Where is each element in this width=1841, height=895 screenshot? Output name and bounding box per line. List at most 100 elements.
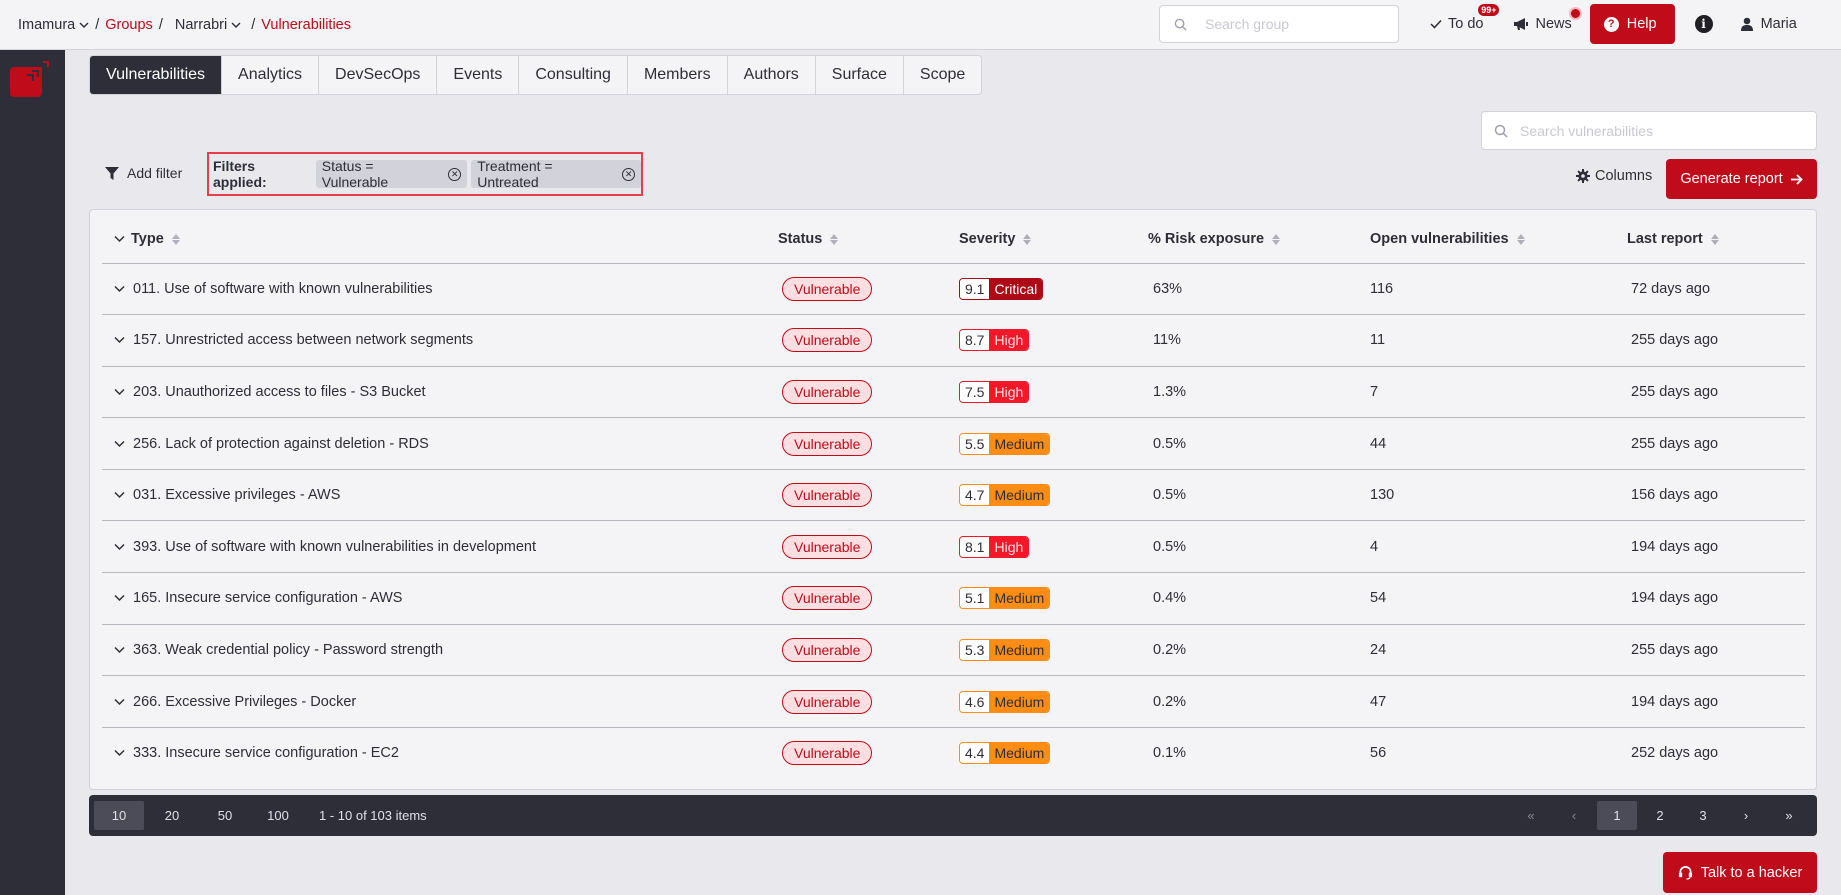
tab-events[interactable]: Events (437, 56, 520, 94)
status-badge: Vulnerable (782, 328, 873, 353)
user-icon (1740, 17, 1753, 31)
info-icon[interactable]: i (1694, 15, 1713, 33)
help-button[interactable]: ? Help (1589, 4, 1675, 44)
tab-analytics[interactable]: Analytics (222, 56, 320, 94)
first-page-button[interactable]: « (1511, 801, 1551, 830)
status-badge: Vulnerable (782, 431, 873, 456)
type-cell: 256. Lack of protection against deletion… (102, 417, 778, 470)
table-row[interactable]: 165. Insecure service configuration - AW… (102, 572, 1805, 625)
table-row[interactable]: 393. Use of software with known vulnerab… (102, 520, 1805, 574)
vulnerability-type[interactable]: 203. Unauthorized access to files - S3 B… (133, 384, 426, 400)
table-row[interactable]: 031. Excessive privileges - AWS Vulnerab… (102, 469, 1805, 522)
expand-row-chevron-icon[interactable] (114, 698, 125, 706)
risk-exposure-cell: 0.2% (1148, 624, 1370, 677)
tab-authors[interactable]: Authors (728, 56, 816, 94)
breadcrumb-current[interactable]: Vulnerabilities (261, 17, 351, 33)
breadcrumb-organization[interactable]: Imamura (18, 17, 89, 33)
column-header-severity[interactable]: Severity (959, 210, 1148, 264)
last-report-cell: 255 days ago (1627, 314, 1805, 367)
search-vulnerabilities-input[interactable] (1520, 122, 1810, 139)
breadcrumb-group[interactable]: Narrabri (175, 17, 241, 33)
expand-row-chevron-icon[interactable] (114, 388, 125, 396)
vulnerability-type[interactable]: 157. Unrestricted access between network… (133, 332, 473, 348)
page-size-option[interactable]: 10 (94, 801, 144, 830)
search-group-input[interactable] (1205, 16, 1385, 32)
expand-row-chevron-icon[interactable] (114, 749, 125, 757)
table-row[interactable]: 157. Unrestricted access between network… (102, 314, 1805, 367)
page-size-option[interactable]: 20 (147, 801, 197, 830)
last-report-cell: 194 days ago (1627, 675, 1805, 728)
page-size-option[interactable]: 100 (253, 801, 303, 830)
tab-scope[interactable]: Scope (904, 56, 981, 94)
generate-report-button[interactable]: Generate report (1666, 159, 1817, 199)
sort-icon[interactable] (171, 233, 180, 245)
expand-row-chevron-icon[interactable] (114, 594, 125, 602)
talk-to-hacker-button[interactable]: Talk to a hacker (1663, 852, 1817, 893)
tab-consulting[interactable]: Consulting (519, 56, 628, 94)
column-header-open-vulnerabilities[interactable]: Open vulnerabilities (1370, 210, 1627, 264)
risk-exposure-cell: 0.5% (1148, 469, 1370, 522)
table-row[interactable]: 266. Excessive Privileges - Docker Vulne… (102, 675, 1805, 728)
tab-surface[interactable]: Surface (816, 56, 904, 94)
expand-row-chevron-icon[interactable] (114, 646, 125, 654)
tab-devsecops[interactable]: DevSecOps (319, 56, 438, 94)
table-row[interactable]: 363. Weak credential policy - Password s… (102, 624, 1805, 677)
tab-members[interactable]: Members (628, 56, 728, 94)
search-vulnerabilities-field[interactable] (1481, 111, 1817, 150)
severity-score: 4.6 (960, 691, 990, 712)
expand-row-chevron-icon[interactable] (114, 336, 125, 344)
remove-filter-icon[interactable]: ✕ (448, 167, 462, 181)
vulnerability-type[interactable]: 165. Insecure service configuration - AW… (133, 590, 402, 606)
gear-icon (1576, 169, 1590, 183)
expand-row-chevron-icon[interactable] (114, 285, 125, 293)
page-number-button[interactable]: 1 (1597, 801, 1637, 830)
remove-filter-icon[interactable]: ✕ (622, 167, 635, 181)
vulnerability-type[interactable]: 256. Lack of protection against deletion… (133, 436, 429, 452)
page-number-button[interactable]: 2 (1640, 801, 1680, 830)
vulnerability-type[interactable]: 266. Excessive Privileges - Docker (133, 694, 356, 710)
table-row[interactable]: 256. Lack of protection against deletion… (102, 417, 1805, 470)
open-vulnerabilities-cell: 47 (1370, 675, 1627, 728)
severity-badge: 5.1 Medium (959, 587, 1051, 610)
vulnerability-type[interactable]: 363. Weak credential policy - Password s… (133, 642, 443, 658)
column-header-type[interactable]: Type (102, 210, 778, 264)
column-header-status[interactable]: Status (778, 210, 959, 264)
expand-row-chevron-icon[interactable] (114, 543, 125, 551)
page-size-option[interactable]: 50 (200, 801, 250, 830)
expand-row-chevron-icon[interactable] (114, 440, 125, 448)
add-filter-button[interactable]: Add filter (105, 165, 182, 181)
table-row[interactable]: 011. Use of software with known vulnerab… (102, 263, 1805, 316)
todo-link[interactable]: To do 99+ (1430, 4, 1500, 32)
vulnerability-type[interactable]: 011. Use of software with known vulnerab… (133, 281, 433, 297)
last-page-button[interactable]: » (1769, 801, 1809, 830)
severity-level: Medium (989, 433, 1050, 454)
vulnerability-type[interactable]: 393. Use of software with known vulnerab… (133, 539, 536, 555)
table-row[interactable]: 333. Insecure service configuration - EC… (102, 727, 1805, 779)
expand-all-chevron-icon[interactable] (114, 235, 125, 243)
table-header-row: Type Status Severity % Risk exposure Ope… (102, 210, 1805, 264)
breadcrumb-groups-link[interactable]: Groups (105, 17, 153, 33)
sort-icon[interactable] (1023, 233, 1032, 245)
vulnerability-type[interactable]: 333. Insecure service configuration - EC… (133, 745, 399, 761)
next-page-button[interactable]: › (1726, 801, 1766, 830)
search-group-field[interactable] (1159, 5, 1399, 43)
table-row[interactable]: 203. Unauthorized access to files - S3 B… (102, 366, 1805, 419)
columns-button[interactable]: Columns (1576, 168, 1652, 184)
risk-exposure-cell: 63% (1148, 263, 1370, 316)
previous-page-button[interactable]: ‹ (1554, 801, 1594, 830)
news-link[interactable]: News (1513, 9, 1580, 32)
sort-icon[interactable] (1710, 233, 1719, 245)
app-logo[interactable] (10, 61, 50, 97)
tab-vulnerabilities[interactable]: Vulnerabilities (90, 56, 223, 94)
sort-icon[interactable] (1516, 233, 1525, 245)
column-header-risk-exposure[interactable]: % Risk exposure (1148, 210, 1370, 264)
expand-row-chevron-icon[interactable] (114, 491, 125, 499)
sort-icon[interactable] (1272, 233, 1281, 245)
vulnerability-type[interactable]: 031. Excessive privileges - AWS (133, 487, 340, 503)
sort-icon[interactable] (830, 233, 839, 245)
severity-level: High (989, 536, 1029, 557)
user-menu[interactable]: Maria (1740, 16, 1797, 32)
column-header-last-report[interactable]: Last report (1627, 210, 1805, 264)
page-number-button[interactable]: 3 (1683, 801, 1723, 830)
sidebar (0, 50, 65, 895)
